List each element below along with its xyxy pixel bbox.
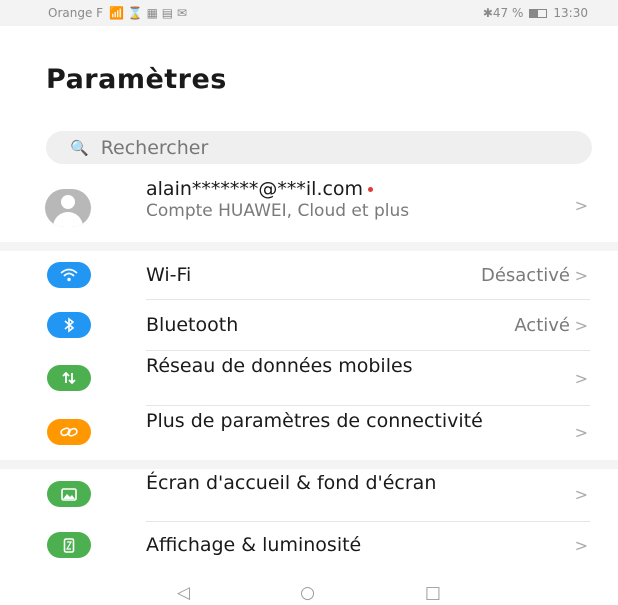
section-divider (0, 460, 618, 469)
settings-item-wifi[interactable]: Wi-Fi Désactivé > (0, 251, 618, 299)
notification-dot (368, 187, 374, 192)
settings-item-label: Écran d'accueil & fond d'écran (146, 472, 437, 494)
chevron-right-icon: > (574, 316, 588, 335)
navigation-bar: ◁ ○ □ (0, 580, 618, 605)
account-subtitle: Compte HUAWEI, Cloud et plus (146, 201, 410, 221)
settings-item-label: Bluetooth (146, 314, 239, 336)
account-email: alain*******@***il.com (146, 178, 374, 200)
account-email-text: alain*******@***il.com (146, 178, 364, 200)
settings-item-display[interactable]: Affichage & luminosité > (0, 522, 618, 570)
chevron-right-icon: > (574, 266, 588, 285)
status-bar-left: Orange F 📶 ⌛ ▦ ▤ ✉ (48, 6, 187, 20)
link-icon (47, 419, 91, 445)
chevron-right-icon: > (574, 423, 588, 442)
page-title: Paramètres (46, 64, 227, 95)
settings-item-connectivity[interactable]: Plus de paramètres de connectivité > (0, 406, 618, 460)
settings-item-bluetooth[interactable]: Bluetooth Activé > (0, 300, 618, 350)
clock: 13:30 (553, 6, 588, 20)
battery-icon (529, 8, 548, 18)
carrier-name: Orange F (48, 6, 104, 20)
chevron-right-icon: > (574, 485, 588, 504)
search-bar[interactable]: 🔍 Rechercher (46, 131, 592, 164)
chevron-right-icon: > (574, 536, 588, 555)
settings-item-status: Désactivé (480, 265, 570, 286)
settings-item-home-screen[interactable]: Écran d'accueil & fond d'écran > (0, 469, 618, 521)
status-bar-right: ✱47 % 13:30 (483, 6, 588, 20)
chevron-right-icon: > (574, 196, 588, 215)
account-row[interactable]: alain*******@***il.com Compte HUAWEI, Cl… (0, 172, 618, 242)
wallpaper-icon (47, 481, 91, 507)
search-placeholder: Rechercher (100, 136, 209, 159)
wifi-icon (47, 262, 91, 288)
bluetooth-icon (47, 312, 91, 338)
settings-item-label: Plus de paramètres de connectivité (146, 410, 483, 432)
settings-item-label: Affichage & luminosité (146, 534, 362, 556)
search-icon: 🔍 (70, 138, 89, 157)
status-bar: Orange F 📶 ⌛ ▦ ▤ ✉ ✱47 % 13:30 (0, 0, 618, 26)
settings-item-label: Wi-Fi (146, 264, 192, 286)
display-icon (47, 532, 91, 558)
avatar (45, 189, 91, 227)
chevron-right-icon: > (574, 369, 588, 388)
mobile-data-icon (47, 365, 91, 391)
settings-item-label: Réseau de données mobiles (146, 355, 413, 377)
battery-percentage: ✱47 % (482, 6, 524, 20)
back-button[interactable]: ◁ (177, 583, 190, 603)
settings-item-status: Activé (514, 315, 570, 336)
home-button[interactable]: ○ (300, 583, 315, 603)
settings-item-mobile-data[interactable]: Réseau de données mobiles > (0, 351, 618, 405)
status-indicators: 📶 ⌛ ▦ ▤ ✉ (109, 6, 187, 20)
section-divider (0, 242, 618, 251)
recents-button[interactable]: □ (425, 583, 441, 603)
